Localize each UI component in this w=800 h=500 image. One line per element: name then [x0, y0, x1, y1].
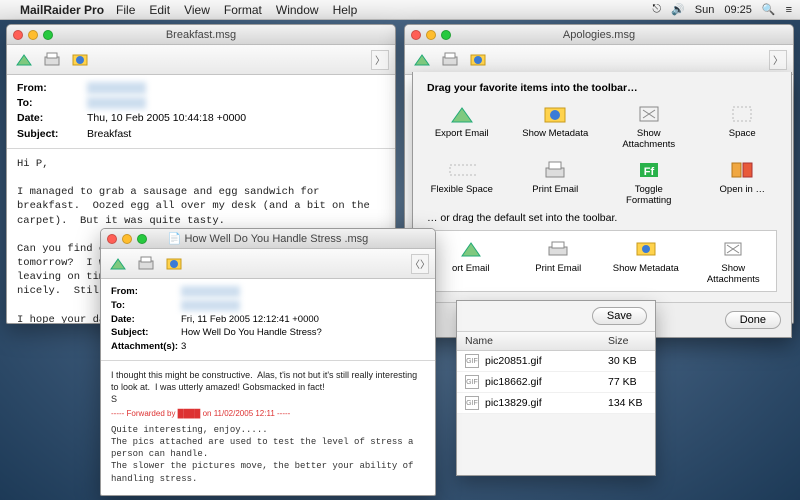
show-attachments-button[interactable]: 〈〉 [411, 254, 429, 274]
body-intro: I thought this might be constructive. Al… [111, 369, 425, 405]
print-email-button[interactable] [439, 49, 461, 71]
default-print-email[interactable]: Print Email [524, 237, 594, 274]
to-label: To: [111, 299, 181, 313]
zoom-button[interactable] [137, 234, 147, 244]
to-value-redacted [87, 97, 146, 109]
from-label: From: [17, 81, 87, 96]
tool-show-metadata[interactable]: Show Metadata [521, 102, 591, 150]
default-show-metadata[interactable]: Show Metadata [611, 237, 681, 274]
menu-format[interactable]: Format [224, 3, 262, 17]
menubar: MailRaider Pro File Edit View Format Win… [0, 0, 800, 20]
body-text: Quite interesting, enjoy..... The pics a… [111, 424, 425, 496]
attachments-panel: Save Name Size GIFpic20851.gif30 KB GIFp… [456, 300, 656, 476]
menu-view[interactable]: View [184, 3, 210, 17]
clock-time: 09:25 [724, 4, 752, 16]
tool-toggle-formatting[interactable]: FfToggle Formatting [614, 158, 684, 206]
tool-print-email[interactable]: Print Email [521, 158, 591, 206]
date-value: Thu, 10 Feb 2005 10:44:18 +0000 [87, 112, 246, 124]
export-email-button[interactable] [13, 49, 35, 71]
toolbar-items-row2: Flexible Space Print Email FfToggle Form… [427, 158, 777, 206]
subject-label: Subject: [17, 127, 87, 142]
customize-toolbar-sheet: Drag your favorite items into the toolba… [412, 72, 792, 338]
toolbar: 〈〉 [101, 249, 435, 279]
close-button[interactable] [107, 234, 117, 244]
forwarded-marker: ----- Forwarded by ████ on 11/02/2005 12… [111, 409, 425, 420]
attachments-value: 3 [181, 341, 186, 352]
file-icon: GIF [465, 375, 479, 389]
close-button[interactable] [411, 30, 421, 40]
toolbar-items-row1: Export Email Show Metadata Show Attachme… [427, 102, 777, 150]
bluetooth-icon[interactable]: ⎋ [652, 3, 661, 16]
print-email-button[interactable] [135, 253, 157, 275]
show-metadata-button[interactable] [467, 49, 489, 71]
tool-export-email[interactable]: Export Email [427, 102, 497, 150]
toolbar: 〉 [405, 45, 793, 75]
menu-extra-icon[interactable]: ≡ [786, 4, 792, 16]
zoom-button[interactable] [441, 30, 451, 40]
subject-label: Subject: [111, 326, 181, 340]
default-export-email[interactable]: ort Email [436, 237, 506, 274]
export-email-button[interactable] [107, 253, 129, 275]
window-title: Breakfast.msg [166, 29, 236, 41]
col-name[interactable]: Name [457, 332, 600, 351]
minimize-button[interactable] [122, 234, 132, 244]
svg-text:Ff: Ff [644, 166, 655, 178]
table-row[interactable]: GIFpic13829.gif134 KB [457, 393, 655, 414]
file-icon: GIF [465, 354, 479, 368]
volume-icon[interactable]: 🔊 [671, 3, 685, 16]
tool-show-attachments[interactable]: Show Attachments [614, 102, 684, 150]
to-label: To: [17, 96, 87, 111]
show-attachments-button[interactable]: 〉 [371, 50, 389, 70]
default-toolbar-set[interactable]: ort Email Print Email Show Metadata Show… [427, 230, 777, 292]
attachments-table: Name Size GIFpic20851.gif30 KB GIFpic186… [457, 332, 655, 414]
export-email-button[interactable] [411, 49, 433, 71]
subject-value: Breakfast [87, 128, 131, 140]
toolbar: 〉 [7, 45, 395, 75]
date-value: Fri, 11 Feb 2005 12:12:41 +0000 [181, 314, 319, 325]
window-title: 📄 How Well Do You Handle Stress .msg [168, 232, 369, 245]
table-row[interactable]: GIFpic20851.gif30 KB [457, 351, 655, 372]
tool-space[interactable]: Space [708, 102, 778, 150]
spotlight-icon[interactable]: 🔍 [762, 3, 776, 16]
close-button[interactable] [13, 30, 23, 40]
tool-open-in[interactable]: Open in … [708, 158, 778, 206]
show-metadata-button[interactable] [69, 49, 91, 71]
menu-window[interactable]: Window [276, 3, 319, 17]
minimize-button[interactable] [28, 30, 38, 40]
col-size[interactable]: Size [600, 332, 655, 351]
show-metadata-button[interactable] [163, 253, 185, 275]
email-headers: From: To: Date:Thu, 10 Feb 2005 10:44:18… [7, 75, 395, 149]
email-headers: From: To: Date:Fri, 11 Feb 2005 12:12:41… [101, 279, 435, 361]
tool-flexible-space[interactable]: Flexible Space [427, 158, 497, 206]
window-title: Apologies.msg [563, 29, 635, 41]
subject-value: How Well Do You Handle Stress? [181, 327, 322, 338]
save-button[interactable]: Save [592, 307, 647, 325]
attachments-label: Attachment(s): [111, 340, 181, 354]
menu-file[interactable]: File [116, 3, 135, 17]
file-icon: GIF [465, 396, 479, 410]
zoom-button[interactable] [43, 30, 53, 40]
date-label: Date: [111, 313, 181, 327]
print-email-button[interactable] [41, 49, 63, 71]
app-name[interactable]: MailRaider Pro [20, 3, 104, 17]
window-stress: 📄 How Well Do You Handle Stress .msg 〈〉 … [100, 228, 436, 496]
show-attachments-button[interactable]: 〉 [769, 50, 787, 70]
table-row[interactable]: GIFpic18662.gif77 KB [457, 372, 655, 393]
from-value-redacted [181, 286, 240, 297]
done-button[interactable]: Done [725, 311, 781, 329]
menu-edit[interactable]: Edit [149, 3, 170, 17]
minimize-button[interactable] [426, 30, 436, 40]
to-value-redacted [181, 300, 240, 311]
email-body: I thought this might be constructive. Al… [101, 361, 435, 496]
default-show-attachments[interactable]: Show Attachments [699, 237, 769, 285]
date-label: Date: [17, 111, 87, 126]
sheet-heading-2: … or drag the default set into the toolb… [427, 212, 777, 224]
menu-help[interactable]: Help [333, 3, 358, 17]
sheet-heading: Drag your favorite items into the toolba… [427, 82, 777, 94]
from-value-redacted [87, 82, 146, 94]
clock-day: Sun [695, 4, 715, 16]
from-label: From: [111, 285, 181, 299]
